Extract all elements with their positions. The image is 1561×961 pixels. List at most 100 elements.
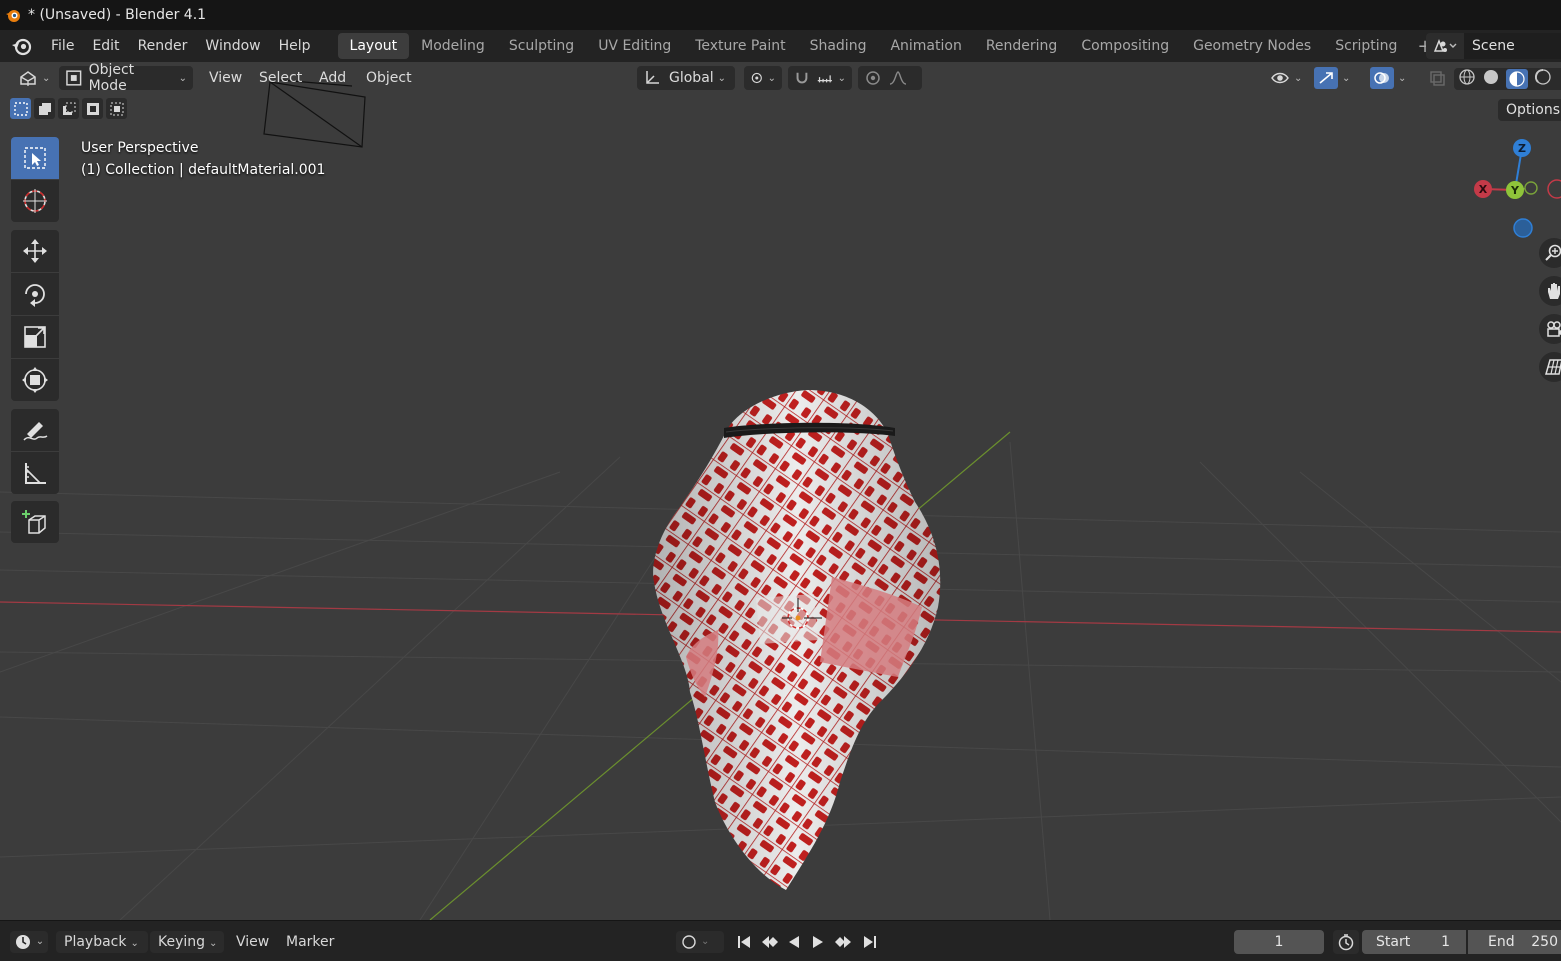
tab-modeling[interactable]: Modeling xyxy=(409,33,497,59)
wireframe-shading-icon[interactable] xyxy=(1458,68,1476,90)
tool-measure[interactable] xyxy=(11,452,59,494)
select-new-button[interactable] xyxy=(10,98,31,119)
play-button[interactable] xyxy=(806,930,830,954)
tab-geometry-nodes[interactable]: Geometry Nodes xyxy=(1181,33,1323,59)
navigation-gizmo[interactable]: Z X Y xyxy=(1470,132,1561,242)
menu-add[interactable]: Add xyxy=(313,66,352,90)
menu-render[interactable]: Render xyxy=(129,30,197,62)
camera-view-button[interactable] xyxy=(1539,314,1561,344)
tab-rendering[interactable]: Rendering xyxy=(974,33,1070,59)
tab-sculpting[interactable]: Sculpting xyxy=(497,33,586,59)
material-preview-shading-icon[interactable] xyxy=(1506,69,1528,89)
tool-add-cube[interactable] xyxy=(11,501,59,543)
pan-button[interactable] xyxy=(1539,276,1561,306)
playback-dropdown[interactable]: Playback ⌄ xyxy=(56,931,148,953)
jump-to-end-button[interactable] xyxy=(858,930,882,954)
chevron-down-icon: ⌄ xyxy=(1398,72,1407,84)
end-frame-field[interactable]: End 250 xyxy=(1468,930,1561,954)
blender-logo-icon[interactable] xyxy=(10,34,34,58)
tool-transform[interactable] xyxy=(11,359,59,401)
proportional-editing-toggle[interactable] xyxy=(858,66,922,90)
solid-shading-icon[interactable] xyxy=(1482,68,1500,90)
select-intersect-button[interactable] xyxy=(106,98,127,119)
snap-toggle[interactable]: ⌄ xyxy=(788,66,852,90)
play-reverse-icon xyxy=(789,936,799,948)
play-reverse-button[interactable] xyxy=(782,930,806,954)
zoom-magnifier-icon xyxy=(1545,244,1561,261)
jump-to-keyframe-next-button[interactable] xyxy=(832,930,856,954)
select-subtract-icon xyxy=(62,102,75,115)
select-extend-button[interactable] xyxy=(34,98,55,119)
perspective-toggle-button[interactable] xyxy=(1539,352,1561,382)
3d-viewport[interactable]: ⌄ Object Mode ⌄ View Select Add Object G… xyxy=(0,62,1561,920)
options-button[interactable]: Options xyxy=(1498,99,1561,121)
tab-scripting[interactable]: Scripting xyxy=(1323,33,1409,59)
current-frame-field[interactable]: 1 xyxy=(1234,930,1324,954)
mode-dropdown[interactable]: Object Mode ⌄ xyxy=(59,62,193,94)
menu-help[interactable]: Help xyxy=(270,30,320,62)
menu-file[interactable]: File xyxy=(42,30,83,62)
select-invert-button[interactable] xyxy=(82,98,103,119)
end-frame-label: End xyxy=(1488,934,1515,950)
scene-name-field[interactable]: Scene xyxy=(1464,33,1561,59)
gizmo-y-label: Y xyxy=(1510,184,1520,197)
tool-scale[interactable] xyxy=(11,316,59,358)
window-title: * (Unsaved) - Blender 4.1 xyxy=(28,7,207,23)
annotate-pencil-icon xyxy=(23,422,48,441)
menu-object[interactable]: Object xyxy=(360,66,418,90)
top-bar: File Edit Render Window Help Layout Mode… xyxy=(0,30,1561,62)
stopwatch-icon xyxy=(1338,934,1354,951)
tab-compositing[interactable]: Compositing xyxy=(1069,33,1181,59)
tab-layout[interactable]: Layout xyxy=(337,33,410,59)
tab-shading[interactable]: Shading xyxy=(798,33,879,59)
pivot-point-dropdown[interactable]: ⌄ xyxy=(744,66,782,90)
preview-range-toggle[interactable] xyxy=(1333,930,1359,954)
gizmo-x-label: X xyxy=(1479,183,1488,196)
select-extend-icon xyxy=(38,102,51,115)
tool-cursor[interactable] xyxy=(11,180,59,222)
select-invert-icon xyxy=(86,102,99,115)
tool-move[interactable] xyxy=(11,230,59,272)
shading-mode-group xyxy=(1454,68,1561,90)
jump-to-keyframe-prev-button[interactable] xyxy=(757,930,781,954)
current-frame-value: 1 xyxy=(1274,934,1284,950)
overlays-toggle[interactable]: ⌄ xyxy=(1364,66,1412,90)
timeline-menu-view[interactable]: View xyxy=(236,931,269,953)
jump-start-icon xyxy=(738,936,750,948)
editor-type-button[interactable]: ⌄ xyxy=(12,66,56,90)
tab-uv-editing[interactable]: UV Editing xyxy=(586,33,683,59)
chevron-down-icon: ⌄ xyxy=(717,72,727,84)
scene-selector[interactable]: Scene xyxy=(1426,33,1561,59)
visibility-selectability-dropdown[interactable]: ⌄ xyxy=(1264,66,1308,90)
rendered-shading-icon[interactable] xyxy=(1534,68,1552,90)
menu-view[interactable]: View xyxy=(203,66,248,90)
record-icon xyxy=(682,935,696,949)
tab-animation[interactable]: Animation xyxy=(878,33,973,59)
selection-mode-buttons xyxy=(10,98,127,119)
menu-select[interactable]: Select xyxy=(253,66,308,90)
menu-edit[interactable]: Edit xyxy=(83,30,128,62)
pivot-icon xyxy=(751,72,762,84)
start-frame-field[interactable]: Start 1 xyxy=(1362,930,1466,954)
tool-annotate[interactable] xyxy=(11,409,59,451)
auto-keying-toggle[interactable]: ⌄ xyxy=(676,931,724,953)
select-subtract-button[interactable] xyxy=(58,98,79,119)
mode-label: Object Mode xyxy=(88,62,135,94)
timeline-menu-marker[interactable]: Marker xyxy=(286,931,334,953)
jump-to-start-button[interactable] xyxy=(732,930,756,954)
transform-orientation-dropdown[interactable]: Global ⌄ xyxy=(637,66,735,90)
keying-dropdown[interactable]: Keying ⌄ xyxy=(150,931,224,953)
timeline-editor-type-button[interactable]: ⌄ xyxy=(10,931,48,953)
magnet-icon xyxy=(796,72,808,84)
tool-rotate[interactable] xyxy=(11,273,59,315)
tool-select-box[interactable] xyxy=(11,137,59,179)
orientation-icon xyxy=(646,71,659,84)
xray-toggle[interactable] xyxy=(1422,66,1452,90)
tab-texture-paint[interactable]: Texture Paint xyxy=(683,33,797,59)
gizmo-z-label: Z xyxy=(1518,142,1526,155)
menu-window[interactable]: Window xyxy=(196,30,269,62)
gizmo-toggle[interactable]: ⌄ xyxy=(1308,66,1356,90)
scene-browse-button[interactable] xyxy=(1426,33,1464,59)
clock-icon xyxy=(15,935,30,949)
zoom-button[interactable] xyxy=(1539,238,1561,268)
